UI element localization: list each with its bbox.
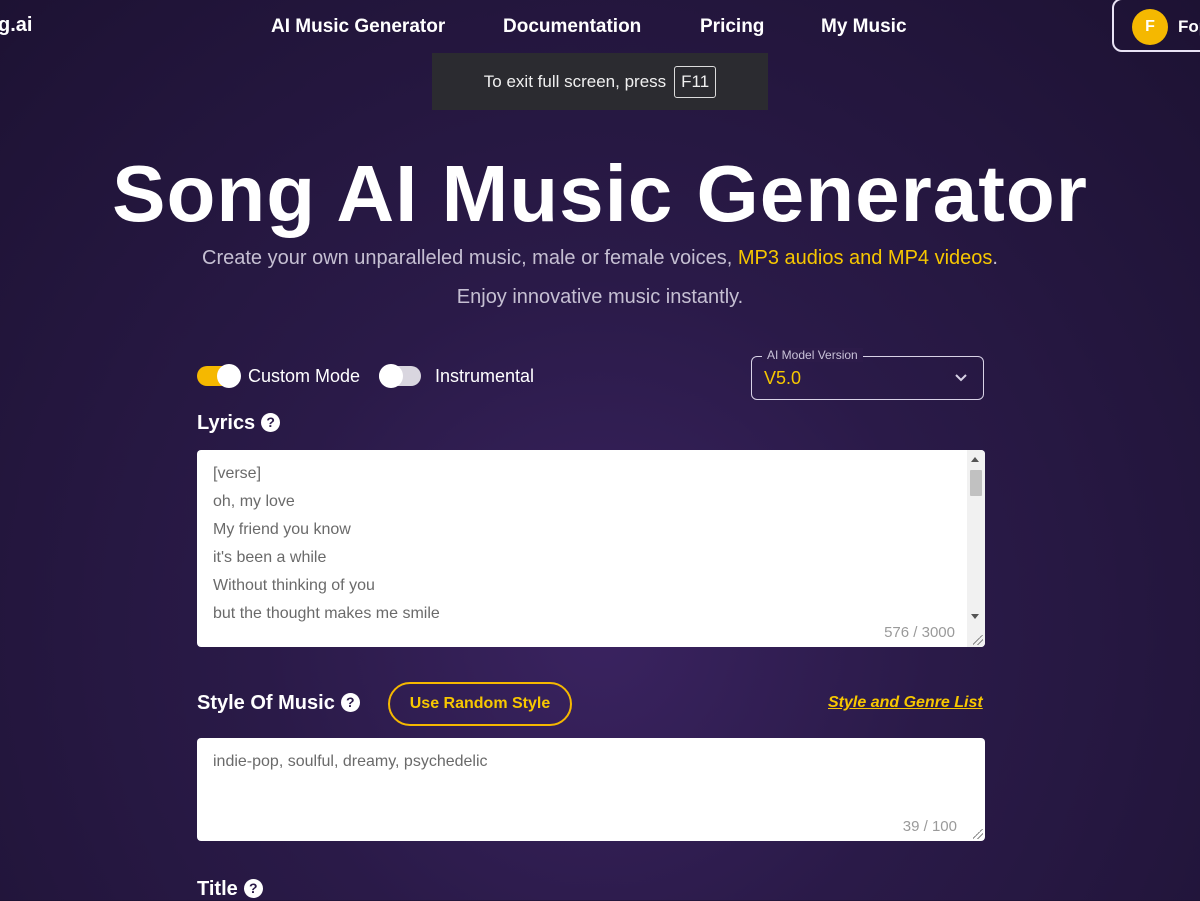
hero-subtitle-highlight: MP3 audios and MP4 videos <box>737 247 993 269</box>
hero-subtitle-text: Create your own unparalleled music, male… <box>202 247 738 269</box>
instrumental-toggle[interactable] <box>379 364 421 388</box>
help-icon[interactable]: ? <box>243 879 263 898</box>
nav-link-pricing[interactable]: Pricing <box>700 16 764 38</box>
scroll-up-arrow-icon[interactable] <box>971 457 979 462</box>
lyrics-heading: Lyrics? <box>197 412 281 435</box>
top-nav: g.ai AI Music Generator Documentation Pr… <box>0 0 1200 54</box>
fullscreen-notice: To exit full screen, press F11 <box>432 53 768 110</box>
nav-link-ai-music-generator[interactable]: AI Music Generator <box>271 16 445 38</box>
resize-handle-icon[interactable] <box>973 635 983 645</box>
style-label: Style Of Music <box>197 692 335 714</box>
lyrics-textarea[interactable]: [verse] oh, my love My friend you know i… <box>197 450 985 647</box>
style-textarea[interactable]: indie-pop, soulful, dreamy, psychedelic … <box>197 738 985 841</box>
toggle-knob <box>217 364 241 388</box>
hero-subtitle-line2: Enjoy innovative music instantly. <box>456 286 744 308</box>
user-name: Fop <box>1178 17 1200 36</box>
lyrics-text: [verse] oh, my love My friend you know i… <box>213 465 440 622</box>
page-title: Song AI Music Generator <box>112 149 1088 238</box>
lyrics-label: Lyrics <box>197 412 256 434</box>
hero-subtitle-suffix: . <box>992 247 998 269</box>
chevron-down-icon <box>955 374 967 382</box>
help-icon[interactable]: ? <box>261 413 281 432</box>
fullscreen-key: F11 <box>674 65 717 98</box>
avatar: F <box>1132 9 1168 45</box>
scroll-thumb[interactable] <box>970 470 982 496</box>
resize-handle-icon[interactable] <box>973 829 983 839</box>
hero-subtitle: Create your own unparalleled music, male… <box>0 247 1200 270</box>
lyrics-char-count: 576 / 3000 <box>884 624 955 641</box>
model-version-select[interactable]: AI Model Version V5.0 <box>751 348 984 400</box>
nav-link-my-music[interactable]: My Music <box>821 16 907 38</box>
style-text: indie-pop, soulful, dreamy, psychedelic <box>213 753 488 770</box>
site-logo[interactable]: g.ai <box>0 14 32 37</box>
instrumental-label: Instrumental <box>435 366 535 386</box>
fullscreen-notice-text: To exit full screen, press <box>483 71 667 91</box>
help-icon[interactable]: ? <box>340 693 360 712</box>
custom-mode-label: Custom Mode <box>248 366 361 386</box>
nav-link-documentation[interactable]: Documentation <box>503 16 641 38</box>
style-genre-list-link[interactable]: Style and Genre List <box>828 694 983 712</box>
style-char-count: 39 / 100 <box>902 818 957 835</box>
title-heading: Title? <box>197 878 263 901</box>
use-random-style-button[interactable]: Use Random Style <box>388 682 572 726</box>
toggle-knob <box>379 364 403 388</box>
user-menu-button[interactable]: F Fop <box>1112 0 1200 52</box>
title-label: Title <box>197 878 238 900</box>
model-version-value: V5.0 <box>764 368 802 388</box>
lyrics-scrollbar[interactable] <box>967 450 985 647</box>
custom-mode-toggle[interactable] <box>197 364 241 388</box>
style-heading: Style Of Music? <box>197 692 360 715</box>
model-version-legend: AI Model Version <box>762 348 863 362</box>
scroll-down-arrow-icon[interactable] <box>971 614 979 619</box>
